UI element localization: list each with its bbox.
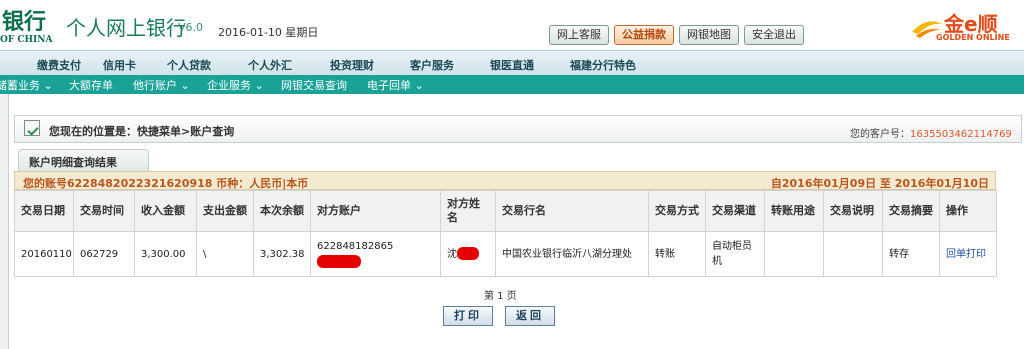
subnav-item-savings[interactable]: 储蓄业务 ⌄ [0,77,53,93]
cell-counter-name: 沈 [440,231,496,277]
print-receipt-link[interactable]: 回单打印 [939,231,997,277]
customer-number-value: 1635503462114769 [910,129,1012,140]
action-button-group: 打印 返回 [443,306,555,326]
nav-item-personal-loan[interactable]: 个人贷款 [167,57,211,73]
cell-income: 3,300.00 [134,231,197,277]
cell-expense: \ [196,231,254,277]
current-date: 2016-01-10 星期日 [218,26,319,39]
cell-method: 转账 [648,231,706,277]
table-header-row: 交易日期 交易时间 收入金额 支出金额 本次余额 对方账户 对方姓名 交易行名 … [14,190,997,232]
online-service-button[interactable]: 网上客服 [549,25,609,45]
cell-bank-name: 中国农业银行临沂八湖分理处 [495,231,649,277]
left-side-panel [0,94,9,349]
subnav-item-e-receipt[interactable]: 电子回单 ⌄ [367,77,424,93]
charity-donation-button[interactable]: 公益捐款 [614,25,674,45]
nav-item-forex[interactable]: 个人外汇 [248,57,292,73]
col-header-time: 交易时间 [73,190,135,232]
col-header-channel: 交易渠道 [705,190,765,232]
customer-number-label: 您的客户号： [850,129,910,140]
top-button-group: 网上客服 公益捐款 网银地图 安全退出 [549,25,804,45]
header: 银行 OF CHINA 个人网上银行 V6.0 2016-01-10 星期日 网… [0,0,1024,50]
app-title: 个人网上银行 [66,16,186,40]
subnav-item-transaction-query[interactable]: 网银交易查询 [281,77,347,93]
cell-summary: 转存 [882,231,940,277]
secondary-nav: 储蓄业务 ⌄ 大额存单 他行账户 ⌄ 企业服务 ⌄ 网银交易查询 电子回单 ⌄ [0,75,1024,94]
col-header-date: 交易日期 [14,190,74,232]
cell-time: 062729 [73,231,135,277]
bank-logo-text: 银行 [2,9,47,35]
app-version: V6.0 [178,21,204,34]
account-info-bar: 您的账号6228482022321620918 币种：人民币|本币 自2016年… [14,171,996,190]
col-header-description: 交易说明 [823,190,883,232]
location-bar: 您现在的位置是：快捷菜单>账户查询 您的客户号：1635503462114769 [14,115,1022,143]
cell-date: 20160110 [14,231,74,277]
transaction-table-section: 您的账号6228482022321620918 币种：人民币|本币 自2016年… [14,171,997,277]
tab-label: 账户明细查询结果 [29,156,117,169]
redaction-mark [457,247,479,260]
nav-item-payment[interactable]: 缴费支付 [37,57,81,73]
col-header-action: 操作 [939,190,997,232]
col-header-balance: 本次余额 [253,190,311,232]
cell-purpose [764,231,824,277]
col-header-method: 交易方式 [648,190,706,232]
cell-counter-account: 622848182865 [310,231,441,277]
col-header-expense: 支出金额 [196,190,254,232]
cell-description [823,231,883,277]
customer-number: 您的客户号：1635503462114769 [850,125,1012,140]
nav-item-investment[interactable]: 投资理财 [330,57,374,73]
breadcrumb: 您现在的位置是：快捷菜单>账户查询 [49,125,235,138]
back-button[interactable]: 返回 [505,306,555,326]
cell-channel: 自动柜员机 [705,231,765,277]
counter-account-value: 622848182865 [317,241,394,252]
col-header-summary: 交易摘要 [882,190,940,232]
account-info: 您的账号6228482022321620918 币种：人民币|本币 [23,177,309,190]
ebank-map-button[interactable]: 网银地图 [679,25,739,45]
redaction-mark [317,254,361,268]
transaction-table: 交易日期 交易时间 收入金额 支出金额 本次余额 对方账户 对方姓名 交易行名 … [14,190,997,277]
golden-online-logo: 金e顺 GOLDEN ONLINE [910,8,1024,44]
nav-item-customer-service[interactable]: 客户服务 [410,57,454,73]
col-header-counter-account: 对方账户 [310,190,441,232]
subnav-item-enterprise[interactable]: 企业服务 ⌄ [207,77,264,93]
page-indicator: 第 1 页 [484,291,517,302]
nav-item-credit-card[interactable]: 信用卡 [103,57,136,73]
query-date-range: 自2016年01月09日 至 2016年01月10日 [770,177,989,190]
col-header-purpose: 转账用途 [764,190,824,232]
location-check-icon [24,120,40,136]
col-header-income: 收入金额 [134,190,197,232]
subnav-item-other-bank-account[interactable]: 他行账户 ⌄ [133,77,190,93]
tab-account-detail-result[interactable]: 账户明细查询结果 [18,149,149,171]
counter-name-value: 沈 [447,248,457,260]
cell-balance: 3,302.38 [253,231,311,277]
table-row: 20160110 062729 3,300.00 \ 3,302.38 6228… [14,231,997,277]
col-header-bank-name: 交易行名 [495,190,649,232]
bank-logo-english: OF CHINA [0,35,53,45]
safe-logout-button[interactable]: 安全退出 [744,25,804,45]
col-header-counter-name: 对方姓名 [440,190,496,232]
nav-item-medical[interactable]: 银医直通 [490,57,534,73]
primary-nav: 缴费支付 信用卡 个人贷款 个人外汇 投资理财 客户服务 银医直通 福建分行特色 [0,50,1024,75]
brand-name-en: GOLDEN ONLINE [936,33,1010,42]
print-button[interactable]: 打印 [443,306,493,326]
nav-item-fujian-special[interactable]: 福建分行特色 [570,57,636,73]
subnav-item-large-deposit[interactable]: 大额存单 [69,77,113,93]
